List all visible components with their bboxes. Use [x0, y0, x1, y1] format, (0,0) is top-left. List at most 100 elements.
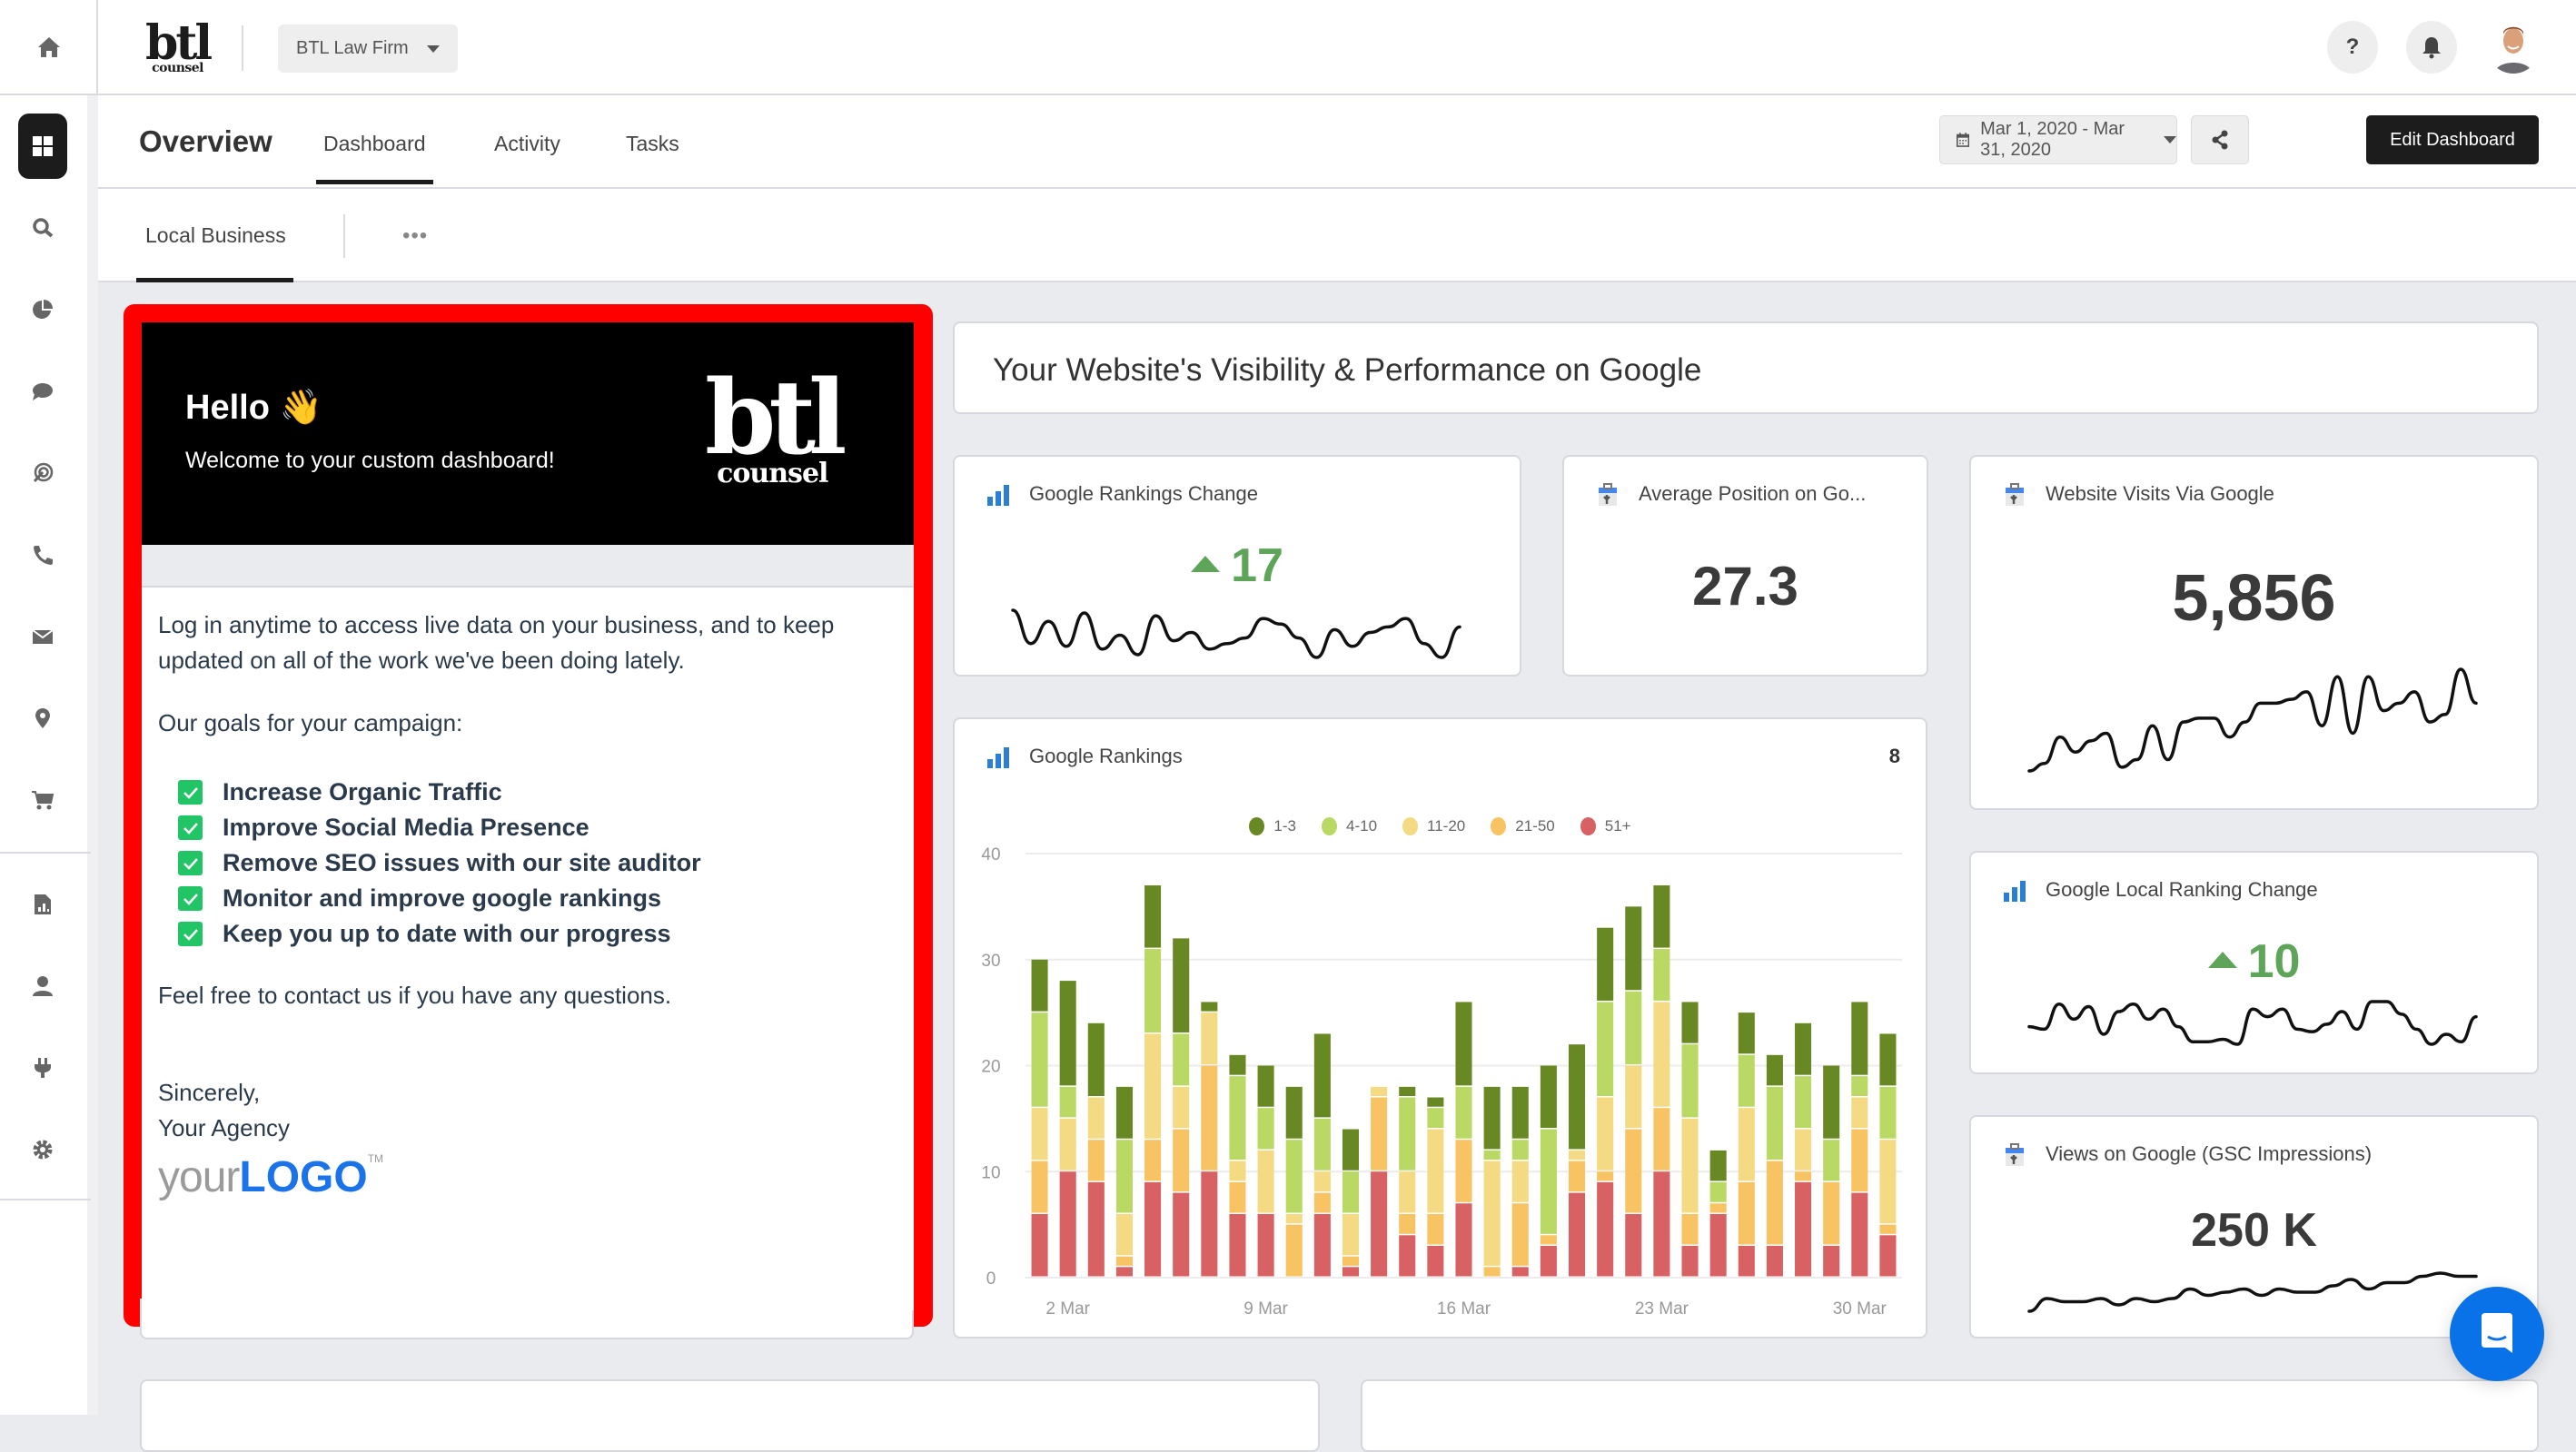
- bar-segment[interactable]: [1823, 1181, 1840, 1245]
- bar-segment[interactable]: [1597, 927, 1614, 1001]
- edit-dashboard-button[interactable]: Edit Dashboard: [2366, 115, 2539, 164]
- sidebar-item-search[interactable]: [18, 195, 67, 261]
- bar-segment[interactable]: [1851, 1129, 1868, 1192]
- bar-segment[interactable]: [1115, 1256, 1133, 1266]
- bar-segment[interactable]: [1766, 1161, 1783, 1245]
- bar-segment[interactable]: [1738, 1108, 1755, 1181]
- bar-segment[interactable]: [1851, 1076, 1868, 1097]
- chat-launcher-button[interactable]: [2450, 1287, 2544, 1381]
- bar-segment[interactable]: [1342, 1213, 1360, 1256]
- bar-segment[interactable]: [1399, 1171, 1416, 1213]
- bar-segment[interactable]: [1313, 1192, 1331, 1213]
- sidebar-item-ppc[interactable]: [18, 440, 67, 506]
- bar-segment[interactable]: [1427, 1129, 1444, 1213]
- sidebar-item-report-builder[interactable]: [18, 872, 67, 937]
- bar-segment[interactable]: [1483, 1086, 1501, 1150]
- bar-segment[interactable]: [1795, 1181, 1812, 1277]
- tab-tasks[interactable]: Tasks: [626, 132, 679, 156]
- bar-segment[interactable]: [1709, 1203, 1727, 1213]
- bar-segment[interactable]: [1115, 1213, 1133, 1256]
- sidebar-item-home[interactable]: [0, 0, 98, 95]
- bar-segment[interactable]: [1625, 1129, 1642, 1213]
- bar-segment[interactable]: [1738, 1012, 1755, 1054]
- bar-segment[interactable]: [1285, 1224, 1303, 1277]
- bar-segment[interactable]: [1568, 1150, 1586, 1161]
- bar-segment[interactable]: [1455, 1086, 1472, 1139]
- bar-segment[interactable]: [1342, 1256, 1360, 1266]
- bar-segment[interactable]: [1229, 1054, 1246, 1075]
- bar-segment[interactable]: [1823, 1065, 1840, 1139]
- sidebar-item-social[interactable]: [18, 359, 67, 424]
- bar-segment[interactable]: [1766, 1245, 1783, 1277]
- bar-segment[interactable]: [1823, 1140, 1840, 1181]
- bar-segment[interactable]: [1031, 1161, 1048, 1213]
- bar-segment[interactable]: [1313, 1033, 1331, 1118]
- bar-segment[interactable]: [1625, 1213, 1642, 1277]
- bar-segment[interactable]: [1115, 1267, 1133, 1277]
- bar-segment[interactable]: [1540, 1065, 1557, 1129]
- sidebar-item-local[interactable]: [18, 686, 67, 751]
- sidebar-resize-strip[interactable]: [87, 95, 98, 1415]
- bar-segment[interactable]: [1709, 1150, 1727, 1181]
- bar-segment[interactable]: [1285, 1213, 1303, 1224]
- tab-dashboard[interactable]: Dashboard: [316, 132, 433, 184]
- bar-segment[interactable]: [1795, 1171, 1812, 1181]
- bar-segment[interactable]: [1031, 959, 1048, 1012]
- bar-segment[interactable]: [1738, 1245, 1755, 1277]
- bar-segment[interactable]: [1087, 1140, 1105, 1181]
- bar-segment[interactable]: [1795, 1129, 1812, 1170]
- bar-segment[interactable]: [1371, 1097, 1388, 1170]
- bar-segment[interactable]: [1795, 1076, 1812, 1129]
- bar-segment[interactable]: [1342, 1267, 1360, 1277]
- sidebar-item-settings[interactable]: [18, 1117, 67, 1182]
- bar-segment[interactable]: [1511, 1140, 1529, 1161]
- bar-segment[interactable]: [1879, 1224, 1897, 1234]
- bar-segment[interactable]: [1738, 1181, 1755, 1245]
- bar-segment[interactable]: [1653, 1108, 1670, 1170]
- sidebar-item-users[interactable]: [18, 953, 67, 1019]
- bar-segment[interactable]: [1568, 1044, 1586, 1150]
- sidebar-item-ecommerce[interactable]: [18, 767, 67, 833]
- sidebar-item-reports[interactable]: [18, 277, 67, 342]
- help-button[interactable]: ?: [2327, 21, 2378, 74]
- bar-segment[interactable]: [1059, 1086, 1076, 1118]
- bar-segment[interactable]: [1087, 1022, 1105, 1097]
- tab-local-business[interactable]: Local Business: [136, 223, 293, 282]
- bar-segment[interactable]: [1031, 1213, 1048, 1277]
- bar-segment[interactable]: [1511, 1161, 1529, 1202]
- bar-segment[interactable]: [1709, 1213, 1727, 1277]
- bar-segment[interactable]: [1625, 1065, 1642, 1129]
- bar-segment[interactable]: [1399, 1097, 1416, 1170]
- bar-segment[interactable]: [1597, 1171, 1614, 1181]
- bar-segment[interactable]: [1427, 1097, 1444, 1107]
- bar-segment[interactable]: [1511, 1267, 1529, 1277]
- bar-segment[interactable]: [1115, 1086, 1133, 1139]
- bar-segment[interactable]: [1371, 1171, 1388, 1277]
- bar-segment[interactable]: [1399, 1086, 1416, 1097]
- bar-segment[interactable]: [1709, 1181, 1727, 1202]
- bar-segment[interactable]: [1087, 1097, 1105, 1139]
- brand-logo[interactable]: btl counsel: [145, 20, 213, 75]
- bar-segment[interactable]: [1427, 1245, 1444, 1277]
- bar-segment[interactable]: [1681, 1245, 1699, 1277]
- bar-segment[interactable]: [1879, 1235, 1897, 1277]
- bar-segment[interactable]: [1229, 1181, 1246, 1213]
- bar-segment[interactable]: [1059, 1171, 1076, 1277]
- bar-segment[interactable]: [1173, 1086, 1190, 1129]
- bar-segment[interactable]: [1483, 1161, 1501, 1266]
- bar-segment[interactable]: [1455, 1140, 1472, 1202]
- bar-segment[interactable]: [1257, 1150, 1274, 1213]
- widget-gsc-impressions[interactable]: Views on Google (GSC Impressions) 250 K: [1969, 1115, 2539, 1338]
- bar-segment[interactable]: [1399, 1213, 1416, 1234]
- date-range-picker[interactable]: Mar 1, 2020 - Mar 31, 2020: [1939, 115, 2177, 164]
- bar-segment[interactable]: [1059, 981, 1076, 1086]
- bar-segment[interactable]: [1540, 1245, 1557, 1277]
- bar-segment[interactable]: [1115, 1140, 1133, 1213]
- bar-segment[interactable]: [1342, 1171, 1360, 1213]
- more-options-button[interactable]: •••: [402, 223, 428, 249]
- bar-segment[interactable]: [1427, 1108, 1444, 1129]
- bar-segment[interactable]: [1653, 1002, 1670, 1107]
- bar-segment[interactable]: [1540, 1235, 1557, 1245]
- widget-google-rankings-change[interactable]: Google Rankings Change 17: [953, 455, 1521, 677]
- bar-segment[interactable]: [1568, 1161, 1586, 1192]
